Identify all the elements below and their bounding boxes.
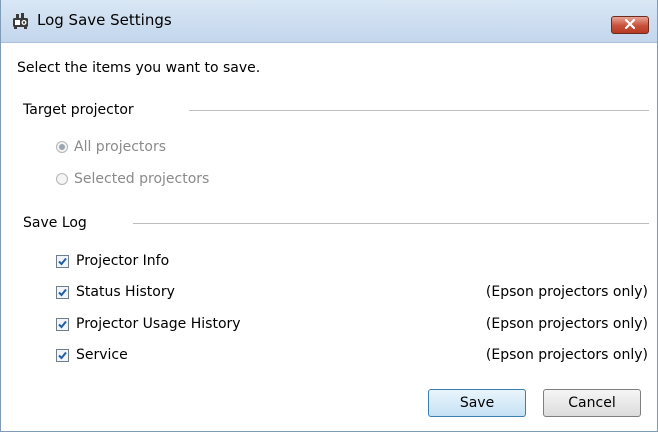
checkbox-label-projector-usage-history: Projector Usage History — [76, 316, 241, 332]
checkmark-icon — [58, 257, 67, 265]
note-projector-usage-history: (Epson projectors only) — [485, 316, 648, 332]
window-title: Log Save Settings — [37, 11, 172, 29]
save-button[interactable]: Save — [428, 389, 526, 417]
checkbox-box-status-history[interactable] — [56, 285, 69, 299]
radio-label-selected-projectors: Selected projectors — [74, 171, 210, 187]
checkmark-icon — [58, 288, 67, 296]
title-bar[interactable]: Log Save Settings — [1, 0, 657, 43]
checkbox-label-projector-info: Projector Info — [76, 253, 170, 269]
target-projector-divider — [189, 110, 649, 111]
checkbox-projector-usage-history[interactable]: Projector Usage History — [56, 316, 241, 332]
close-icon — [624, 17, 636, 33]
close-button[interactable] — [611, 16, 649, 34]
checkbox-projector-info[interactable]: Projector Info — [56, 253, 169, 269]
log-save-settings-dialog: Log Save Settings Select the items you w… — [0, 0, 658, 432]
checkmark-icon — [58, 320, 67, 328]
checkmark-icon — [58, 351, 67, 359]
checkbox-label-status-history: Status History — [76, 284, 175, 300]
radio-button-all-projectors[interactable] — [56, 141, 68, 153]
save-log-divider — [133, 223, 649, 224]
checkbox-box-projector-info[interactable] — [56, 254, 69, 268]
checkbox-box-projector-usage-history[interactable] — [56, 317, 69, 331]
checkbox-status-history[interactable]: Status History — [56, 284, 175, 300]
checkbox-label-service: Service — [76, 347, 128, 363]
note-service: (Epson projectors only) — [485, 347, 648, 363]
radio-label-all-projectors: All projectors — [74, 139, 167, 155]
cancel-button[interactable]: Cancel — [543, 389, 641, 417]
radio-button-selected-projectors[interactable] — [56, 173, 68, 185]
target-projector-group-label: Target projector — [23, 102, 134, 118]
note-status-history: (Epson projectors only) — [485, 284, 648, 300]
checkbox-service[interactable]: Service — [56, 347, 128, 363]
checkbox-box-service[interactable] — [56, 348, 69, 362]
radio-selected-projectors[interactable]: Selected projectors — [56, 171, 209, 187]
dialog-content: Select the items you want to save. Targe… — [1, 43, 657, 431]
instructions-text: Select the items you want to save. — [17, 60, 261, 76]
save-log-group-label: Save Log — [23, 215, 87, 231]
projector-log-icon — [11, 12, 31, 30]
radio-all-projectors[interactable]: All projectors — [56, 139, 166, 155]
